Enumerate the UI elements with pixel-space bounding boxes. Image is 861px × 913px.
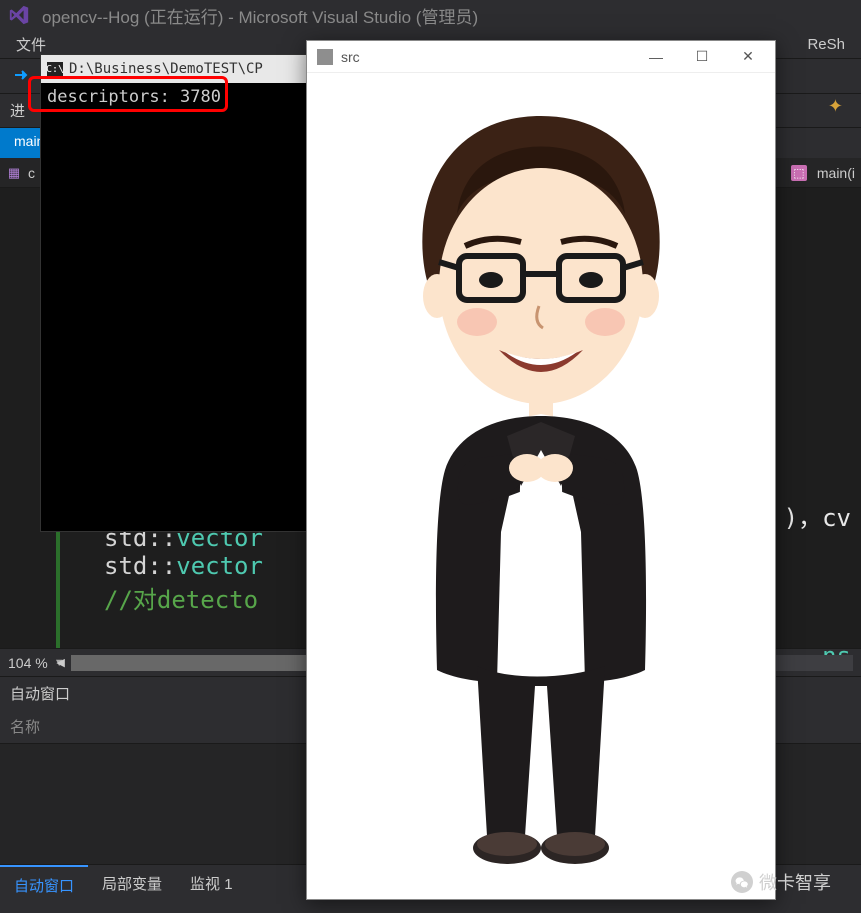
breadcrumb-main[interactable]: main(i [817, 165, 855, 181]
vs-title-text: opencv--Hog (正在运行) - Microsoft Visual St… [42, 3, 478, 28]
macro-icon: ▦ [6, 165, 22, 181]
code-fragment-cv: )，cv [784, 498, 851, 533]
vs-titlebar: opencv--Hog (正在运行) - Microsoft Visual St… [0, 0, 861, 30]
cartoon-figure [381, 96, 701, 876]
tab-autos[interactable]: 自动窗口 [0, 865, 88, 904]
wechat-icon [731, 871, 753, 893]
breadcrumb-c[interactable]: c [28, 165, 35, 181]
code-type-vector2: vector [176, 552, 263, 580]
image-window-title: src [341, 49, 360, 65]
minimize-button[interactable]: — [633, 42, 679, 72]
tab-locals[interactable]: 局部变量 [88, 865, 176, 904]
star-icon[interactable]: ✦ [828, 96, 843, 117]
zoom-level[interactable]: 104 % [8, 655, 48, 671]
cmd-icon: C:\ [47, 62, 63, 76]
image-titlebar[interactable]: src — ☐ ✕ [307, 41, 775, 73]
image-body [307, 73, 775, 899]
function-badge-icon: ⬚ [791, 165, 807, 181]
close-button[interactable]: ✕ [725, 42, 771, 72]
watermark: 微卡智享 [731, 869, 831, 895]
code-ns-std2: std:: [104, 552, 176, 580]
watermark-text: 微卡智享 [759, 869, 831, 895]
console-window[interactable]: C:\ D:\Business\DemoTEST\CP descriptors:… [40, 54, 310, 532]
code-comment: //对detecto [104, 586, 258, 614]
vs-logo-icon [8, 4, 30, 26]
scroll-left-icon[interactable]: ◀ [53, 655, 69, 671]
continue-arrow-icon[interactable] [8, 64, 34, 89]
opencv-app-icon [317, 49, 333, 65]
menu-resharper[interactable]: ReSh [799, 32, 853, 57]
console-titlebar[interactable]: C:\ D:\Business\DemoTEST\CP [41, 55, 309, 83]
tab-watch[interactable]: 监视 1 [176, 865, 247, 904]
console-output: descriptors: 3780 [41, 83, 309, 111]
console-path: D:\Business\DemoTEST\CP [69, 61, 263, 77]
image-window[interactable]: src — ☐ ✕ [306, 40, 776, 900]
maximize-button[interactable]: ☐ [679, 42, 725, 72]
